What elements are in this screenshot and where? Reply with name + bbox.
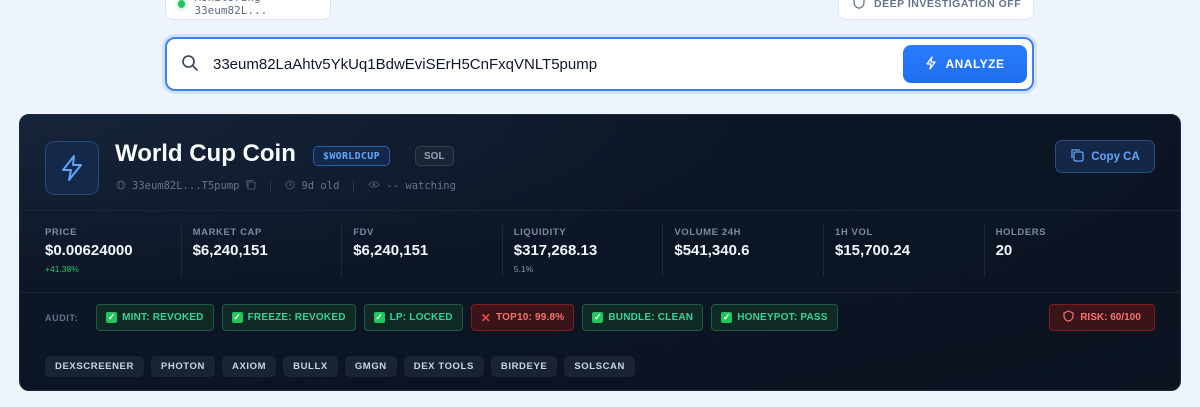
stat-liquidity-ratio: 5.1% — [513, 264, 534, 274]
check-icon: ✓ — [231, 312, 243, 323]
search-bar: ANALYZE — [165, 37, 1034, 91]
stat-value: $6,240,151 — [353, 242, 429, 259]
eye-icon — [368, 180, 380, 192]
token-meta-row: 33eum82L...T5pump 9d old -- watching — [116, 179, 456, 193]
risk-score-badge: RISK: 60/100 — [1049, 304, 1155, 331]
audit-badge-mint: ✓ MINT: REVOKED — [96, 304, 214, 331]
copy-ca-label: Copy CA — [1091, 150, 1140, 163]
audit-badge-top10: ✕ TOP10: 99.8% — [470, 304, 575, 331]
stat-volume-24h: VOLUME 24H $541,340.6 — [662, 225, 823, 277]
copy-ca-button[interactable]: Copy CA — [1055, 140, 1155, 173]
deep-investigation-label: DEEP INVESTIGATION OFF — [874, 0, 1022, 10]
audit-badge-text: BUNDLE: CLEAN — [608, 312, 694, 323]
stat-label: HOLDERS — [995, 227, 1047, 238]
stat-1h-vol: 1H VOL $15,700.24 — [822, 225, 984, 277]
audit-badge-text: MINT: REVOKED — [122, 312, 204, 323]
check-icon: ✓ — [592, 312, 604, 323]
stats-row: PRICE $0.00624000 +41.38% MARKET CAP $6,… — [20, 210, 1180, 292]
audit-badge-bundle: ✓ BUNDLE: CLEAN — [582, 304, 704, 331]
stat-value: 20 — [995, 242, 1013, 259]
external-links: DEXSCREENER PHOTON AXIOM BULLX GMGN DEX … — [45, 356, 635, 377]
analyze-button[interactable]: ANALYZE — [903, 45, 1027, 83]
stat-label: MARKET CAP — [192, 227, 262, 238]
watching-count: -- watching — [386, 180, 456, 192]
token-ticker-badge: $WORLDCUP — [313, 146, 390, 166]
stat-change: +41.38% — [45, 264, 79, 274]
stat-value: $15,700.24 — [834, 242, 911, 259]
check-icon: ✓ — [721, 312, 733, 323]
stat-holders: HOLDERS 20 — [983, 225, 1145, 277]
link-axiom[interactable]: AXIOM — [222, 356, 277, 377]
stat-label: FDV — [353, 227, 374, 238]
chain-badge: SOL — [415, 146, 454, 166]
copy-icon — [1070, 148, 1084, 165]
stat-label: LIQUIDITY — [513, 227, 567, 238]
stat-value: $317,268.13 — [513, 242, 598, 259]
monitoring-status-pill: Monitoring 33eum82L... — [165, 0, 331, 20]
clock-icon — [285, 180, 295, 193]
token-name: World Cup Coin — [115, 140, 296, 167]
audit-label: AUDIT: — [45, 312, 79, 323]
stat-label: VOLUME 24H — [674, 227, 742, 238]
audit-row: AUDIT: ✓ MINT: REVOKED ✓ FREEZE: REVOKED ✓… — [45, 304, 838, 331]
audit-badge-text: HONEYPOT: PASS — [737, 312, 828, 323]
lightning-icon — [62, 155, 82, 181]
token-age: 9d old — [301, 180, 340, 192]
link-birdeye[interactable]: BIRDEYE — [490, 356, 558, 377]
audit-badge-lp: ✓ LP: LOCKED — [363, 304, 463, 331]
stat-value: $0.00624000 — [45, 242, 133, 259]
stat-market-cap: MARKET CAP $6,240,151 — [180, 225, 342, 277]
stat-value: $6,240,151 — [192, 242, 268, 259]
copy-address-icon[interactable] — [245, 179, 256, 193]
search-icon — [181, 54, 199, 77]
check-icon: ✓ — [373, 312, 385, 323]
x-icon: ✕ — [480, 310, 491, 325]
check-icon: ✓ — [106, 312, 118, 323]
status-dot-icon — [178, 0, 186, 8]
shield-icon — [853, 0, 865, 12]
link-photon[interactable]: PHOTON — [150, 356, 215, 377]
divider — [20, 292, 1180, 293]
stat-liquidity: LIQUIDITY $317,268.13 5.1% — [501, 225, 663, 277]
token-logo — [45, 141, 99, 195]
link-dexscreener[interactable]: DEXSCREENER — [45, 356, 144, 377]
deep-investigation-toggle[interactable]: DEEP INVESTIGATION OFF — [838, 0, 1034, 20]
lightning-icon — [925, 55, 937, 73]
stat-value: $541,340.6 — [674, 242, 750, 259]
analyze-label: ANALYZE — [945, 57, 1005, 71]
link-gmgn[interactable]: GMGN — [344, 356, 397, 377]
stat-price: PRICE $0.00624000 +41.38% — [20, 210, 181, 292]
globe-icon — [116, 180, 126, 193]
stat-label: PRICE — [45, 227, 78, 238]
link-dextools[interactable]: DEX TOOLS — [403, 356, 484, 377]
stat-label: 1H VOL — [834, 227, 873, 238]
token-address-short: 33eum82L...T5pump — [132, 180, 240, 192]
audit-badge-text: TOP10: 99.8% — [496, 312, 565, 323]
risk-score-text: RISK: 60/100 — [1080, 312, 1141, 323]
token-card: World Cup Coin $WORLDCUP SOL 33eum82L...… — [19, 114, 1181, 391]
contract-address-input[interactable] — [213, 53, 853, 75]
risk-icon — [1063, 310, 1074, 325]
audit-badge-text: LP: LOCKED — [389, 312, 453, 323]
link-bullx[interactable]: BULLX — [283, 356, 338, 377]
monitoring-text: Monitoring 33eum82L... — [194, 0, 268, 17]
link-solscan[interactable]: SOLSCAN — [564, 356, 635, 377]
audit-badge-text: FREEZE: REVOKED — [247, 312, 346, 323]
stat-fdv: FDV $6,240,151 — [341, 225, 502, 277]
audit-badge-honeypot: ✓ HONEYPOT: PASS — [711, 304, 838, 331]
audit-badge-freeze: ✓ FREEZE: REVOKED — [221, 304, 356, 331]
